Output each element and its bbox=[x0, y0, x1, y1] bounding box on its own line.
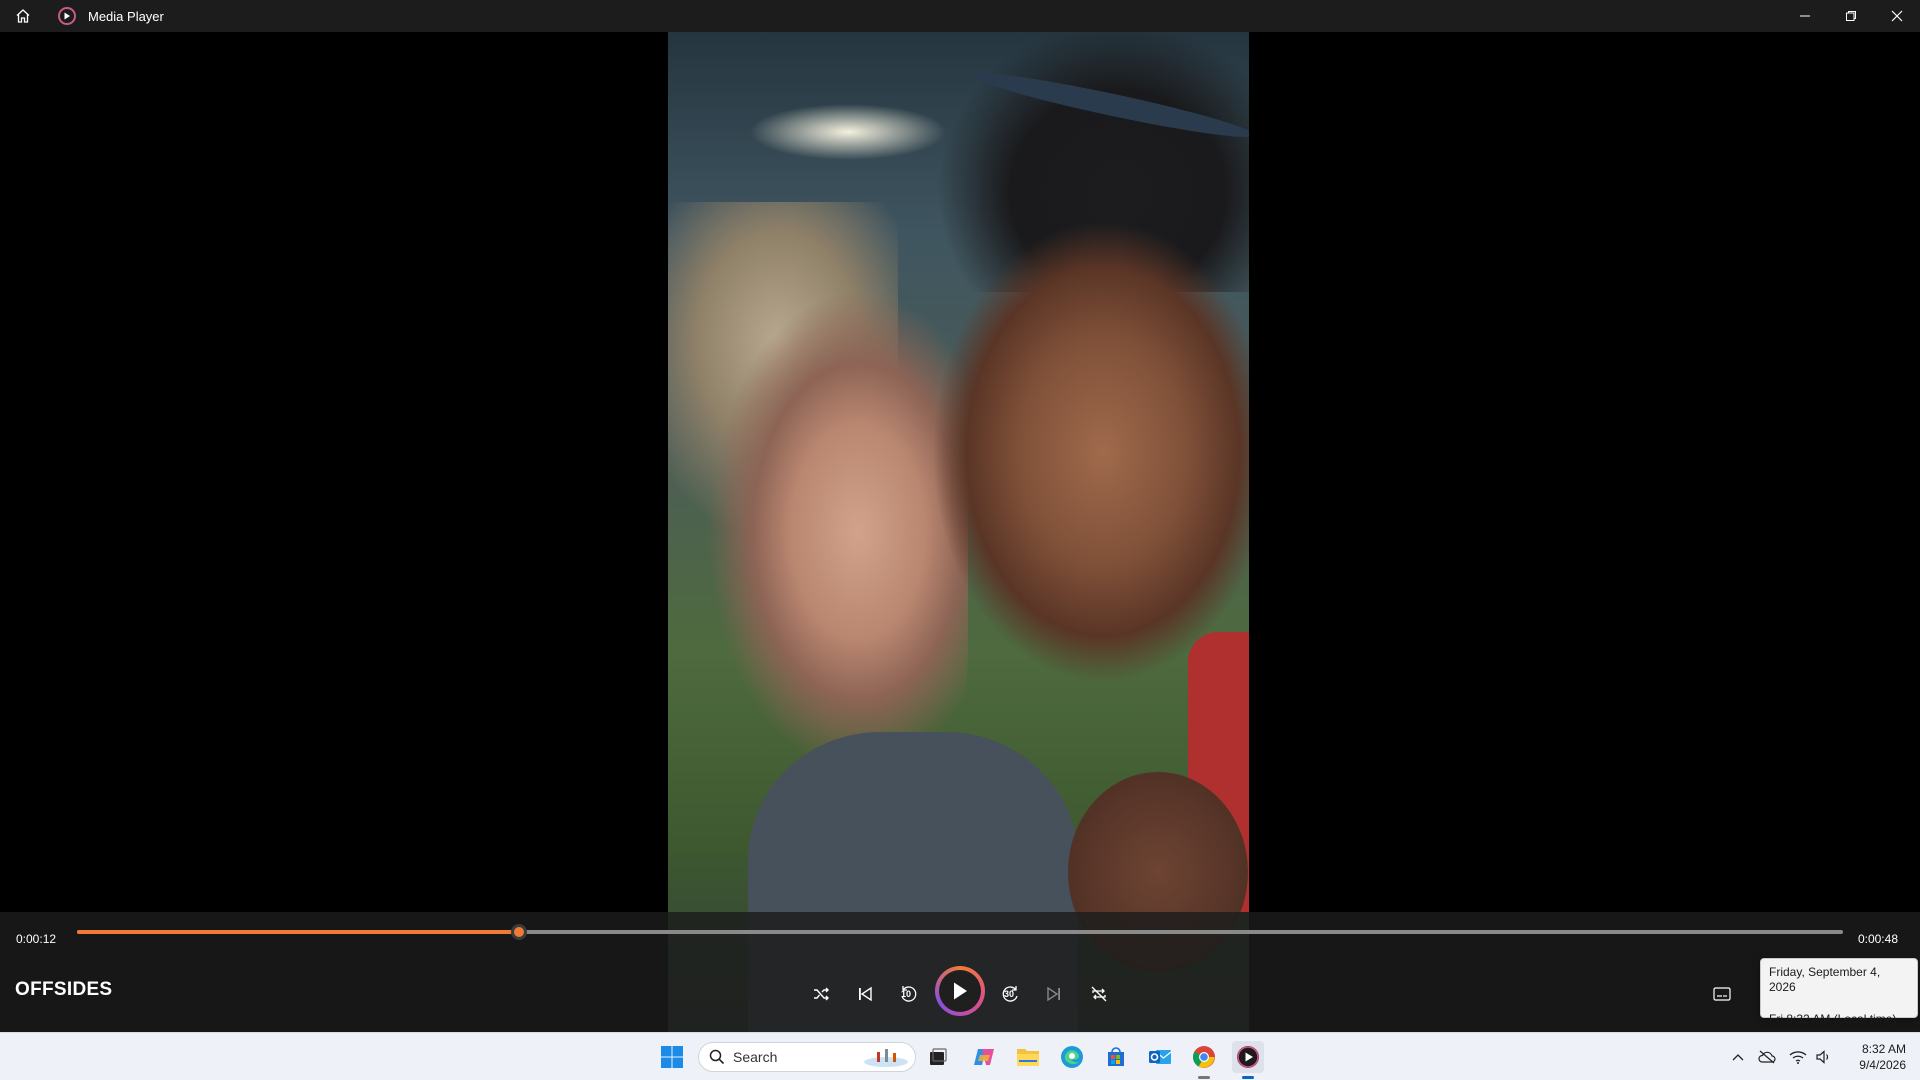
copilot-icon bbox=[974, 1049, 994, 1065]
previous-icon bbox=[859, 986, 872, 1002]
tooltip-date: Friday, September 4, 2026 bbox=[1769, 965, 1881, 994]
volume-icon bbox=[1816, 1050, 1829, 1064]
task-view-icon bbox=[930, 1048, 947, 1065]
skip-back-label: 10 bbox=[901, 989, 912, 999]
skip-forward-button[interactable]: 30 bbox=[991, 974, 1031, 1014]
seek-thumb[interactable] bbox=[510, 924, 527, 940]
clock-time: 8:32 AM bbox=[1861, 1042, 1906, 1056]
previous-button[interactable] bbox=[845, 974, 885, 1014]
skip-forward-label: 30 bbox=[1004, 989, 1015, 999]
show-hidden-icons-button[interactable] bbox=[1725, 1053, 1751, 1061]
onedrive-status[interactable] bbox=[1751, 1050, 1783, 1064]
folder-icon bbox=[1017, 1049, 1039, 1066]
file-explorer-button[interactable] bbox=[1012, 1041, 1044, 1073]
minimize-icon bbox=[1800, 15, 1810, 17]
skip-back-button[interactable]: 10 bbox=[888, 974, 928, 1014]
title-bar: Media Player bbox=[0, 0, 1920, 32]
transport-buttons: 10 30 bbox=[0, 966, 1920, 1022]
home-icon bbox=[16, 9, 30, 23]
volume-status[interactable] bbox=[1813, 1050, 1835, 1064]
taskbar: Search 8:32 AM 9/4/2026 bbox=[0, 1032, 1920, 1080]
taskbar-search[interactable]: Search bbox=[698, 1042, 916, 1072]
video-frame bbox=[668, 32, 1249, 1032]
play-icon bbox=[954, 982, 967, 1000]
windows-icon bbox=[661, 1046, 683, 1068]
restore-button[interactable] bbox=[1828, 0, 1874, 32]
task-view-button[interactable] bbox=[922, 1041, 954, 1073]
total-time: 0:00:48 bbox=[1857, 932, 1898, 946]
network-status[interactable] bbox=[1783, 1050, 1813, 1064]
close-button[interactable] bbox=[1874, 0, 1920, 32]
media-player-taskbar-button[interactable] bbox=[1232, 1041, 1264, 1079]
system-tray bbox=[1725, 1033, 1835, 1080]
close-icon bbox=[1891, 10, 1903, 22]
search-highlight-icon bbox=[864, 1049, 908, 1067]
edge-icon bbox=[1061, 1046, 1083, 1068]
repeat-button[interactable] bbox=[1079, 974, 1119, 1014]
play-button[interactable] bbox=[935, 966, 985, 1016]
minimize-button[interactable] bbox=[1782, 0, 1828, 32]
captions-button[interactable] bbox=[1702, 974, 1742, 1014]
window-title: Media Player bbox=[88, 8, 164, 24]
cloud-off-icon bbox=[1758, 1050, 1776, 1064]
window-controls bbox=[1782, 0, 1920, 32]
current-time: 0:00:12 bbox=[16, 932, 57, 946]
start-button[interactable] bbox=[656, 1041, 688, 1073]
chrome-icon bbox=[1193, 1046, 1215, 1068]
chrome-button[interactable] bbox=[1188, 1041, 1220, 1079]
store-icon bbox=[1108, 1047, 1124, 1066]
shuffle-icon bbox=[814, 987, 829, 1001]
captions-icon bbox=[1713, 987, 1731, 1001]
video-area[interactable] bbox=[0, 32, 1920, 1032]
store-button[interactable] bbox=[1100, 1041, 1132, 1073]
copilot-button[interactable] bbox=[968, 1041, 1000, 1073]
app-logo-icon bbox=[58, 7, 76, 25]
date-tooltip: Friday, September 4, 2026 Fri 8:32 AM (L… bbox=[1760, 958, 1918, 1026]
seek-bar[interactable] bbox=[77, 924, 1843, 940]
edge-button[interactable] bbox=[1056, 1041, 1088, 1073]
outlook-button[interactable] bbox=[1144, 1041, 1176, 1073]
home-button[interactable] bbox=[0, 0, 46, 32]
outlook-icon bbox=[1149, 1050, 1172, 1064]
tooltip-time: Fri 8:32 AM (Local time) bbox=[1769, 1012, 1897, 1026]
next-button[interactable] bbox=[1034, 974, 1074, 1014]
repeat-off-icon bbox=[1091, 986, 1107, 1002]
search-icon bbox=[709, 1049, 725, 1065]
wifi-icon bbox=[1789, 1051, 1807, 1064]
restore-icon bbox=[1846, 11, 1856, 21]
shuffle-button[interactable] bbox=[801, 974, 841, 1014]
seek-progress bbox=[77, 930, 519, 934]
clock-date: 9/4/2026 bbox=[1859, 1058, 1906, 1072]
taskbar-clock[interactable]: 8:32 AM 9/4/2026 bbox=[1859, 1041, 1906, 1073]
playback-controls: 0:00:12 0:00:48 OFFSIDES 10 30 bbox=[0, 912, 1920, 1032]
next-icon bbox=[1047, 986, 1060, 1002]
media-player-icon bbox=[1237, 1046, 1259, 1068]
search-placeholder: Search bbox=[733, 1049, 778, 1065]
chevron-up-icon bbox=[1732, 1054, 1744, 1061]
